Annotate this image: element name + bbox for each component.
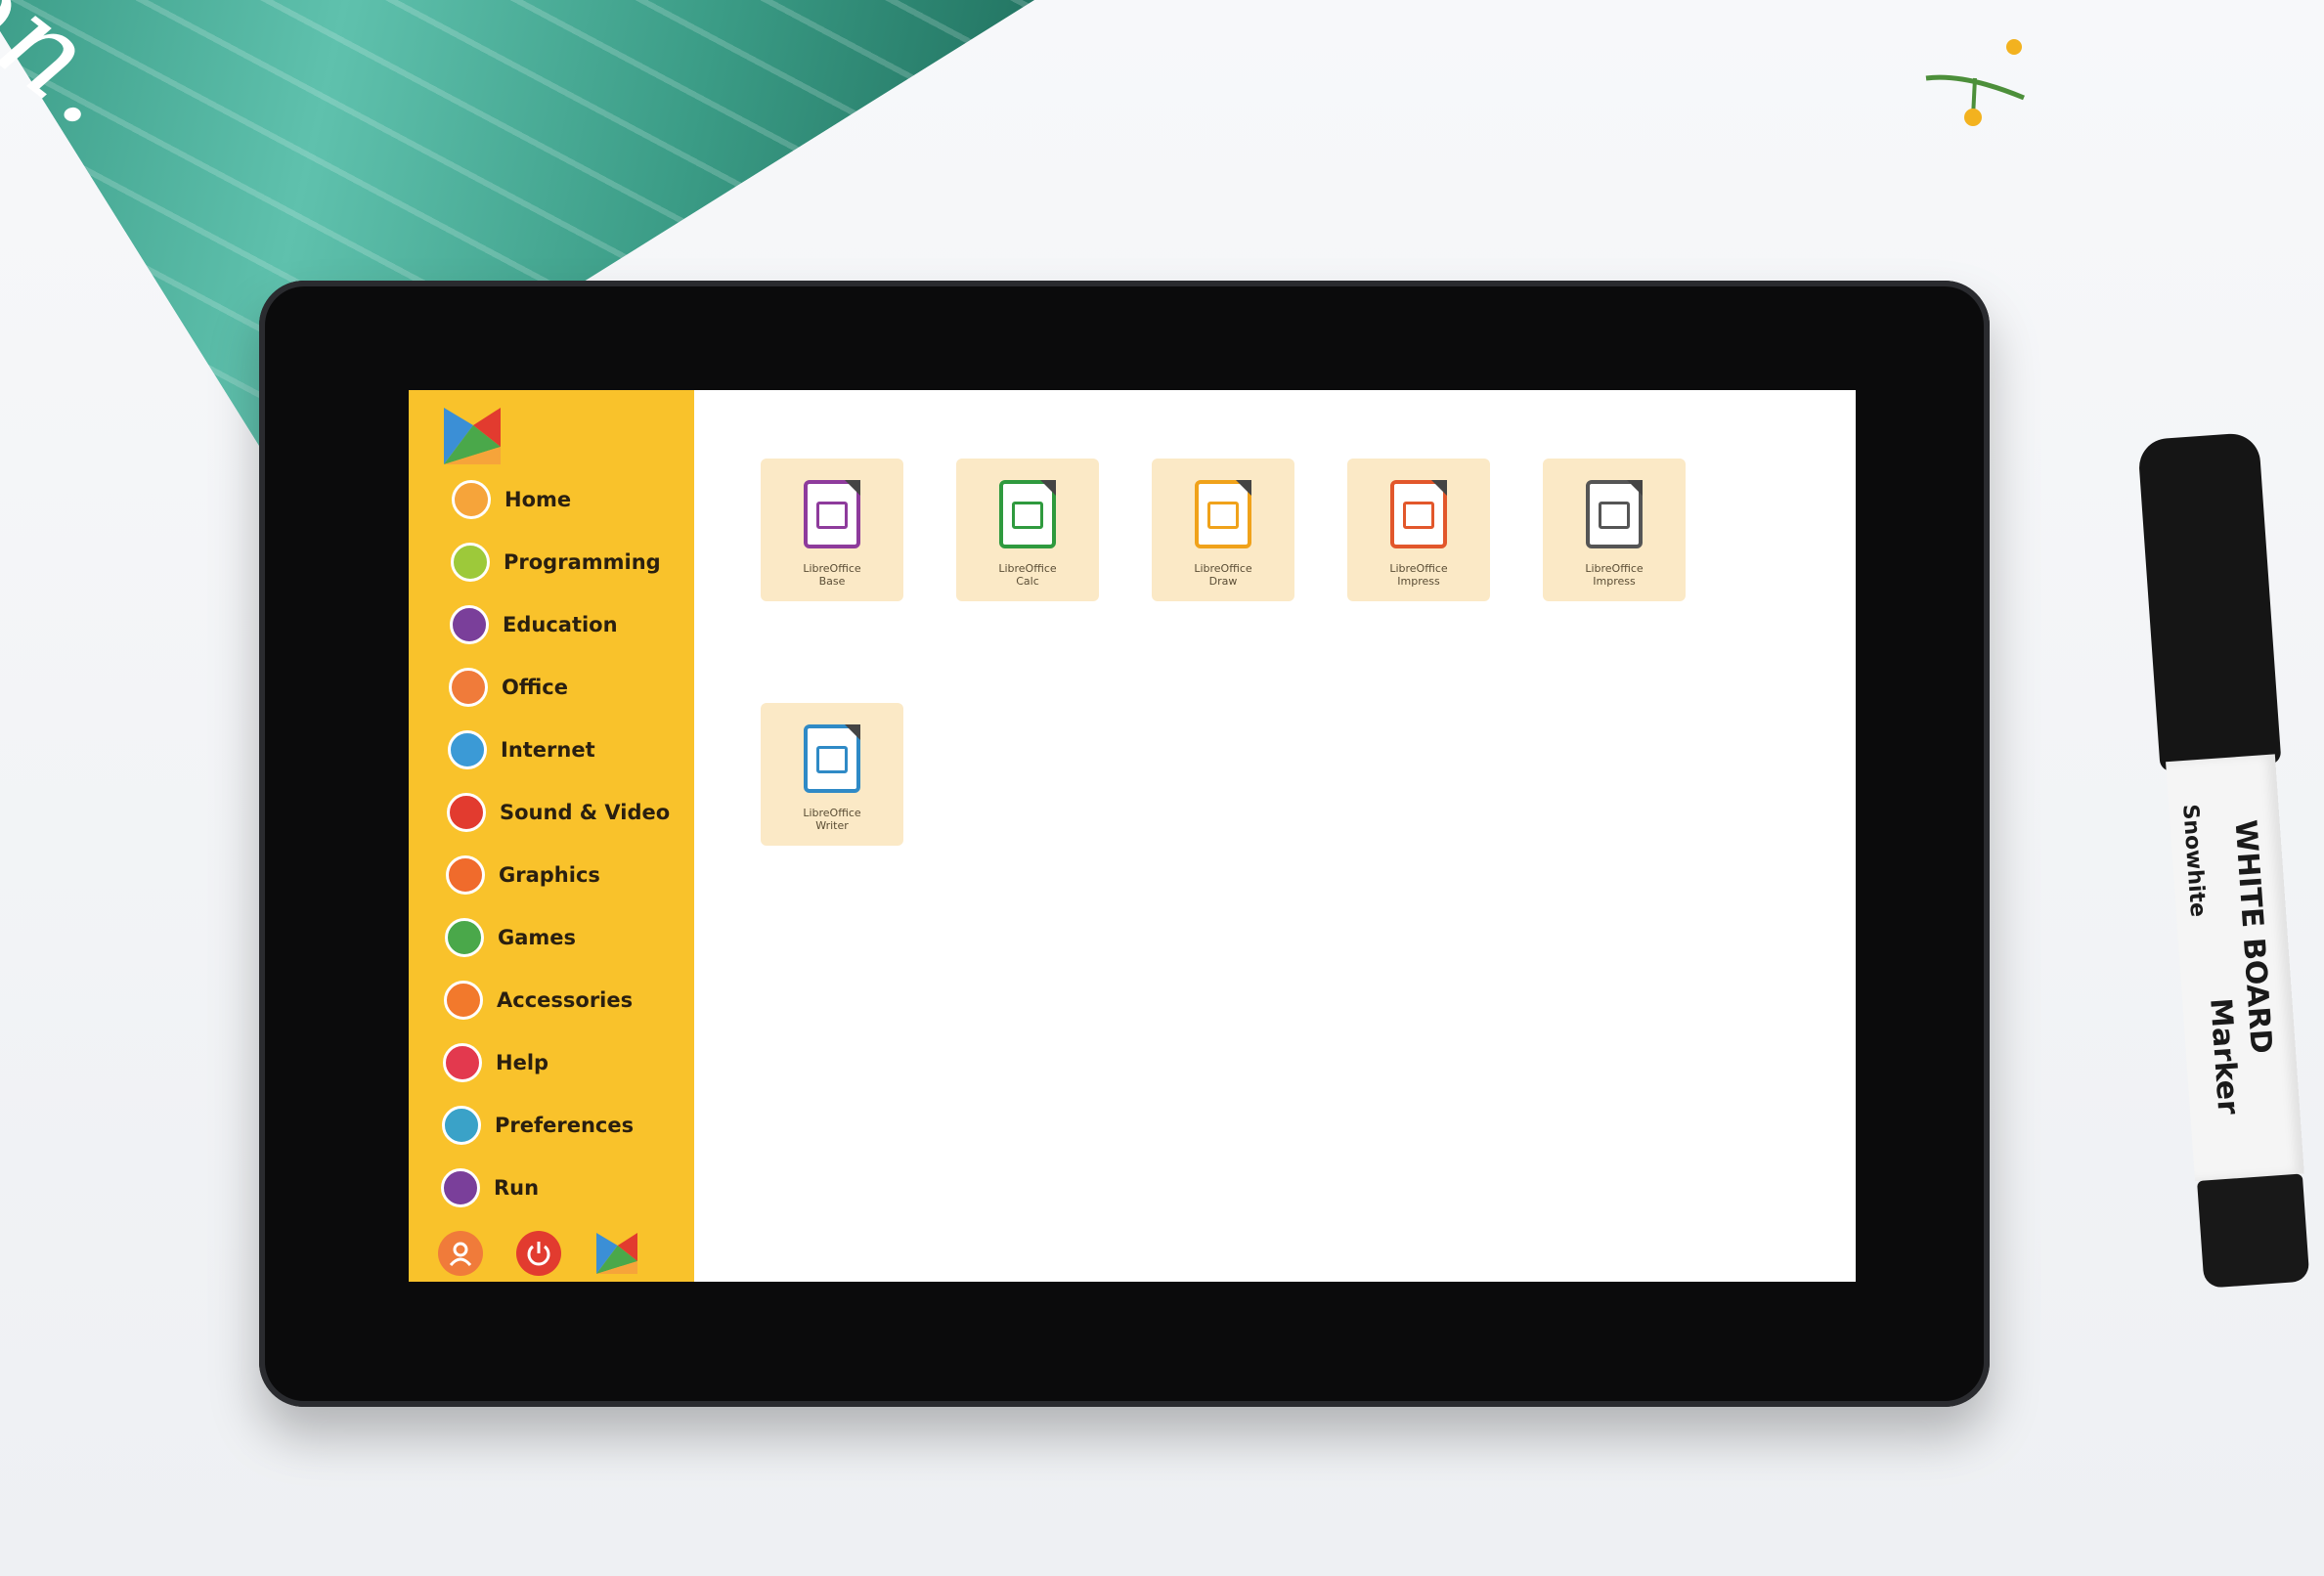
document-icon-inner [816,502,848,529]
sidebar-item-label: Home [504,488,572,511]
sidebar-item-accessories[interactable]: Accessories [444,969,692,1031]
document-icon [999,480,1056,548]
category-menu: Home Programming Education Office Internet So… [438,468,692,1219]
app-tile-label-line1: LibreOffice [1194,562,1252,575]
sidebar-item-label: Graphics [499,863,600,887]
internet-icon [448,730,487,769]
document-icon [804,724,860,793]
home-icon [452,480,491,519]
tablet-device: Home Programming Education Office Internet So… [259,281,1990,1407]
app-tile-label-line1: LibreOffice [803,807,861,819]
sidebar-item-programming[interactable]: Programming [451,531,692,593]
document-icon-inner [1207,502,1239,529]
app-tile-label-line1: LibreOffice [803,562,861,575]
app-tile-label-line2: Writer [815,819,849,832]
document-icon-inner [1012,502,1043,529]
app-tile-label: LibreOffice Calc [969,562,1086,588]
sidebar-item-label: Games [498,926,577,949]
app-menu-sidebar: Home Programming Education Office Internet So… [409,390,694,1282]
preferences-icon [442,1106,481,1145]
app-tile-calc[interactable]: LibreOffice Calc [956,459,1099,601]
marker-cap [2137,431,2282,772]
app-tile-label-line2: Impress [1397,575,1440,588]
app-logo-icon[interactable] [444,408,501,464]
document-icon-inner [816,746,848,773]
sidebar-item-sound-video[interactable]: Sound & Video [447,781,692,844]
app-tile-impress[interactable]: LibreOffice Impress [1543,459,1686,601]
sidebar-item-games[interactable]: Games [445,906,692,969]
sound-video-icon [447,793,486,832]
tablet-screen: Home Programming Education Office Internet So… [409,390,1856,1282]
document-icon [1390,480,1447,548]
user-icon [449,1242,472,1267]
sidebar-item-run[interactable]: Run [441,1157,692,1219]
graphics-icon [446,855,485,895]
run-icon [441,1168,480,1207]
app-tile-label: LibreOffice Impress [1556,562,1673,588]
app-tile-label-line2: Base [818,575,846,588]
sidebar-item-internet[interactable]: Internet [448,719,692,781]
help-icon [443,1043,482,1082]
app-logo-icon [596,1233,637,1274]
app-tile-impress[interactable]: LibreOffice Impress [1347,459,1490,601]
accessories-icon [444,981,483,1020]
sidebar-item-label: Accessories [497,988,634,1012]
app-tile-draw[interactable]: LibreOffice Draw [1152,459,1294,601]
app-tile-base[interactable]: LibreOffice Base [761,459,903,601]
sidebar-bottom-bar [438,1229,673,1278]
app-tile-label: LibreOffice Base [773,562,891,588]
programming-icon [451,543,490,582]
document-icon [804,480,860,548]
office-icon [449,668,488,707]
sidebar-item-label: Internet [501,738,595,762]
app-tile-writer[interactable]: LibreOffice Writer [761,703,903,846]
sidebar-item-label: Programming [504,550,661,574]
document-icon-inner [1599,502,1630,529]
user-button[interactable] [438,1231,483,1276]
app-tile-label: LibreOffice Impress [1360,562,1477,588]
sidebar-item-home[interactable]: Home [452,468,692,531]
marker-end [2197,1173,2310,1289]
app-tile-label-line2: Calc [1016,575,1039,588]
document-icon-inner [1403,502,1434,529]
sidebar-item-label: Office [502,676,568,699]
document-icon [1586,480,1643,548]
app-tile-label-line1: LibreOffice [1585,562,1644,575]
app-tile-label-line1: LibreOffice [1389,562,1448,575]
education-icon [450,605,489,644]
app-tile-label-line1: LibreOffice [998,562,1057,575]
games-icon [445,918,484,957]
sidebar-item-label: Run [494,1176,540,1200]
power-button[interactable] [516,1231,561,1276]
app-tile-label: LibreOffice Writer [773,807,891,832]
flower-decoration [1925,39,2025,126]
sidebar-item-label: Education [503,613,618,636]
sidebar-item-help[interactable]: Help [443,1031,692,1094]
sidebar-item-education[interactable]: Education [450,593,692,656]
app-tile-label-line2: Impress [1593,575,1636,588]
sidebar-item-label: Preferences [495,1114,635,1137]
app-logo-button[interactable] [594,1231,639,1276]
sidebar-item-label: Sound & Video [500,801,671,824]
sidebar-item-office[interactable]: Office [449,656,692,719]
document-icon [1195,480,1251,548]
app-tile-label: LibreOffice Draw [1164,562,1282,588]
sidebar-item-preferences[interactable]: Preferences [442,1094,692,1157]
sidebar-item-label: Help [496,1051,549,1074]
power-icon [527,1242,550,1266]
sidebar-item-graphics[interactable]: Graphics [446,844,692,906]
app-tile-label-line2: Draw [1208,575,1238,588]
